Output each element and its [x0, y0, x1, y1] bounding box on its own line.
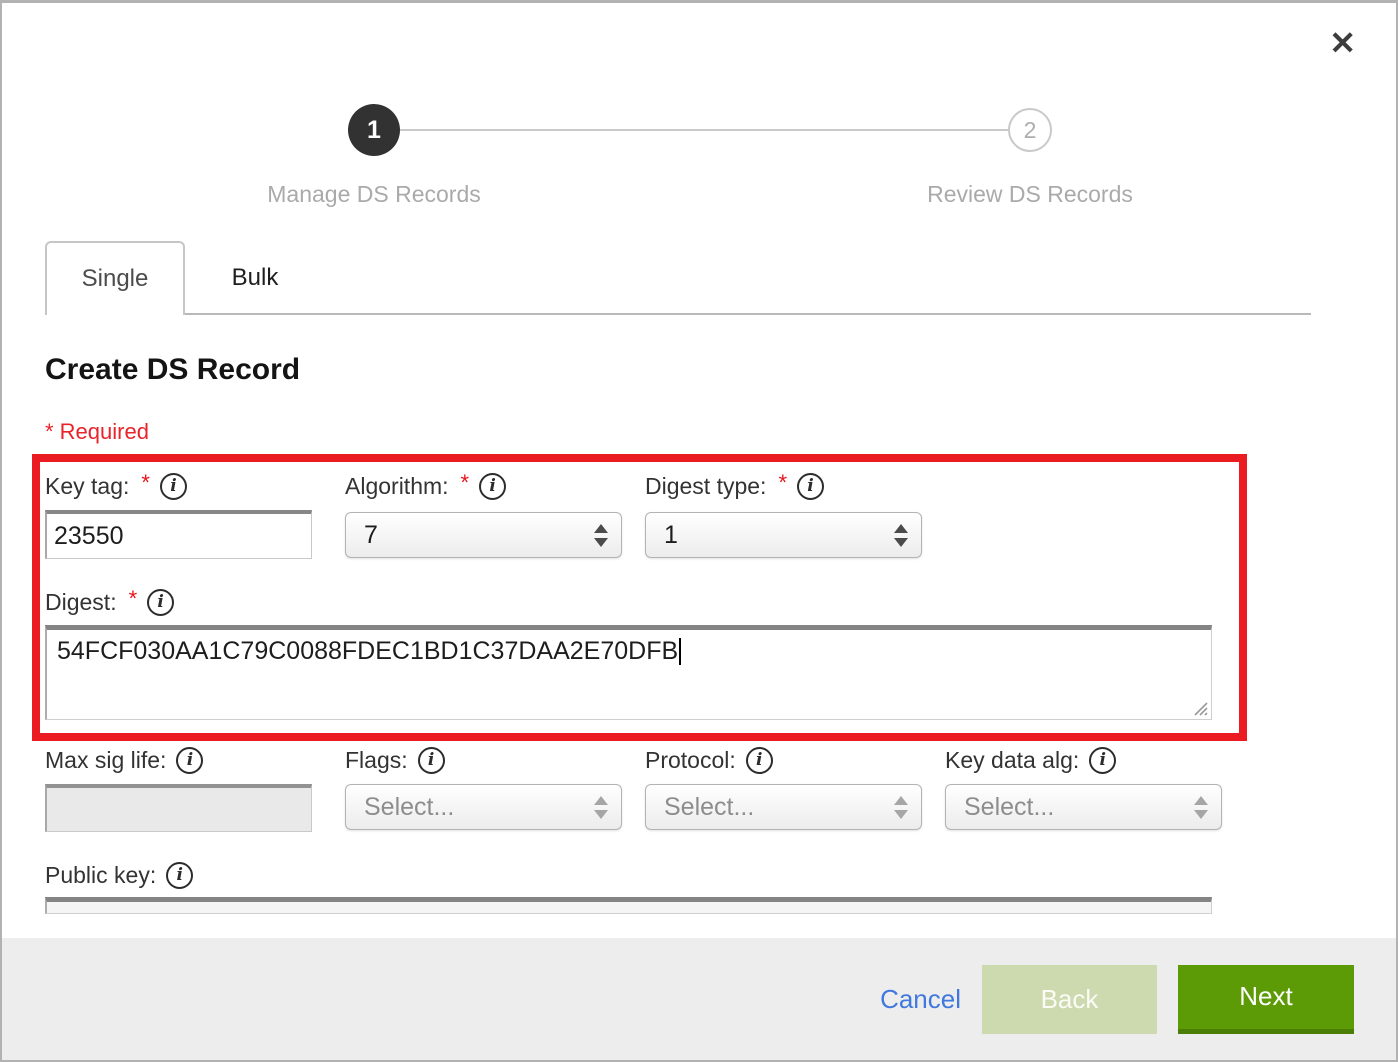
key-data-alg-select[interactable]: Select... [945, 784, 1222, 830]
field-label: Key data alg: [945, 747, 1079, 774]
text-cursor [679, 638, 681, 665]
info-icon[interactable]: i [797, 473, 824, 500]
info-glyph: i [157, 594, 163, 611]
algorithm-select[interactable]: 7 [345, 512, 622, 558]
digest-value: 54FCF030AA1C79C0088FDEC1BD1C37DAA2E70DFB [57, 637, 678, 665]
selected-value: Select... [364, 793, 594, 822]
info-icon[interactable]: i [147, 589, 174, 616]
max-sig-life-label: Max sig life: i [45, 747, 203, 774]
field-label: Flags: [345, 747, 408, 774]
create-ds-record-modal: ✕ 1 2 Manage DS Records Review DS Record… [0, 0, 1398, 1062]
close-icon[interactable]: ✕ [1329, 27, 1356, 59]
info-icon[interactable]: i [166, 862, 193, 889]
digest-type-label: Digest type: * i [645, 473, 824, 500]
info-icon[interactable]: i [160, 473, 187, 500]
required-asterisk: * [778, 470, 787, 496]
protocol-label: Protocol: i [645, 747, 773, 774]
step-1-label: Manage DS Records [174, 181, 574, 208]
page-title: Create DS Record [45, 353, 300, 387]
flags-select[interactable]: Select... [345, 784, 622, 830]
info-glyph: i [176, 867, 182, 884]
key-data-alg-label: Key data alg: i [945, 747, 1116, 774]
spinner-arrows-icon [594, 796, 608, 819]
digest-textarea[interactable]: 54FCF030AA1C79C0088FDEC1BD1C37DAA2E70DFB [45, 625, 1212, 720]
info-icon[interactable]: i [176, 747, 203, 774]
digest-label: Digest: * i [45, 589, 174, 616]
required-asterisk: * [461, 470, 470, 496]
selected-value: 7 [364, 521, 594, 550]
info-glyph: i [489, 478, 495, 495]
info-icon[interactable]: i [1089, 747, 1116, 774]
digest-type-select[interactable]: 1 [645, 512, 922, 558]
info-icon[interactable]: i [746, 747, 773, 774]
step-connector-line [374, 129, 1030, 131]
spinner-arrows-icon [894, 524, 908, 547]
key-tag-input[interactable] [45, 510, 312, 559]
resize-grip-icon [1193, 701, 1208, 716]
public-key-label: Public key: i [45, 862, 193, 889]
selected-value: Select... [664, 793, 894, 822]
selected-value: 1 [664, 521, 894, 550]
info-glyph: i [170, 478, 176, 495]
step-1-indicator: 1 [348, 104, 400, 156]
required-asterisk: * [141, 470, 150, 496]
required-note: * Required [45, 419, 149, 445]
spinner-arrows-icon [894, 796, 908, 819]
info-icon[interactable]: i [418, 747, 445, 774]
key-tag-label: Key tag: * i [45, 473, 187, 500]
protocol-select[interactable]: Select... [645, 784, 922, 830]
spinner-arrows-icon [594, 524, 608, 547]
info-icon[interactable]: i [479, 473, 506, 500]
field-label: Max sig life: [45, 747, 166, 774]
step-2-label: Review DS Records [830, 181, 1230, 208]
field-label: Protocol: [645, 747, 736, 774]
back-button[interactable]: Back [982, 965, 1157, 1034]
cancel-button[interactable]: Cancel [880, 984, 961, 1015]
step-2-indicator: 2 [1008, 108, 1052, 152]
max-sig-life-input[interactable] [45, 784, 312, 832]
info-glyph: i [756, 752, 762, 769]
field-label: Key tag: [45, 473, 129, 500]
tab-single[interactable]: Single [45, 241, 185, 315]
selected-value: Select... [964, 793, 1194, 822]
next-button[interactable]: Next [1178, 965, 1354, 1034]
algorithm-label: Algorithm: * i [345, 473, 506, 500]
tab-bulk[interactable]: Bulk [185, 241, 325, 315]
field-label: Algorithm: [345, 473, 449, 500]
info-glyph: i [1100, 752, 1106, 769]
spinner-arrows-icon [1194, 796, 1208, 819]
field-label: Digest type: [645, 473, 766, 500]
field-label: Digest: [45, 589, 117, 616]
field-label: Public key: [45, 862, 156, 889]
info-glyph: i [428, 752, 434, 769]
modal-footer: Cancel Back Next [2, 938, 1396, 1060]
annotation-highlight-box: Key tag: * i Algorithm: * i Digest type:… [32, 454, 1247, 741]
info-glyph: i [187, 752, 193, 769]
public-key-textarea[interactable] [45, 897, 1212, 914]
info-glyph: i [807, 478, 813, 495]
flags-label: Flags: i [345, 747, 445, 774]
tabs-divider [185, 313, 1311, 315]
required-asterisk: * [129, 586, 138, 612]
